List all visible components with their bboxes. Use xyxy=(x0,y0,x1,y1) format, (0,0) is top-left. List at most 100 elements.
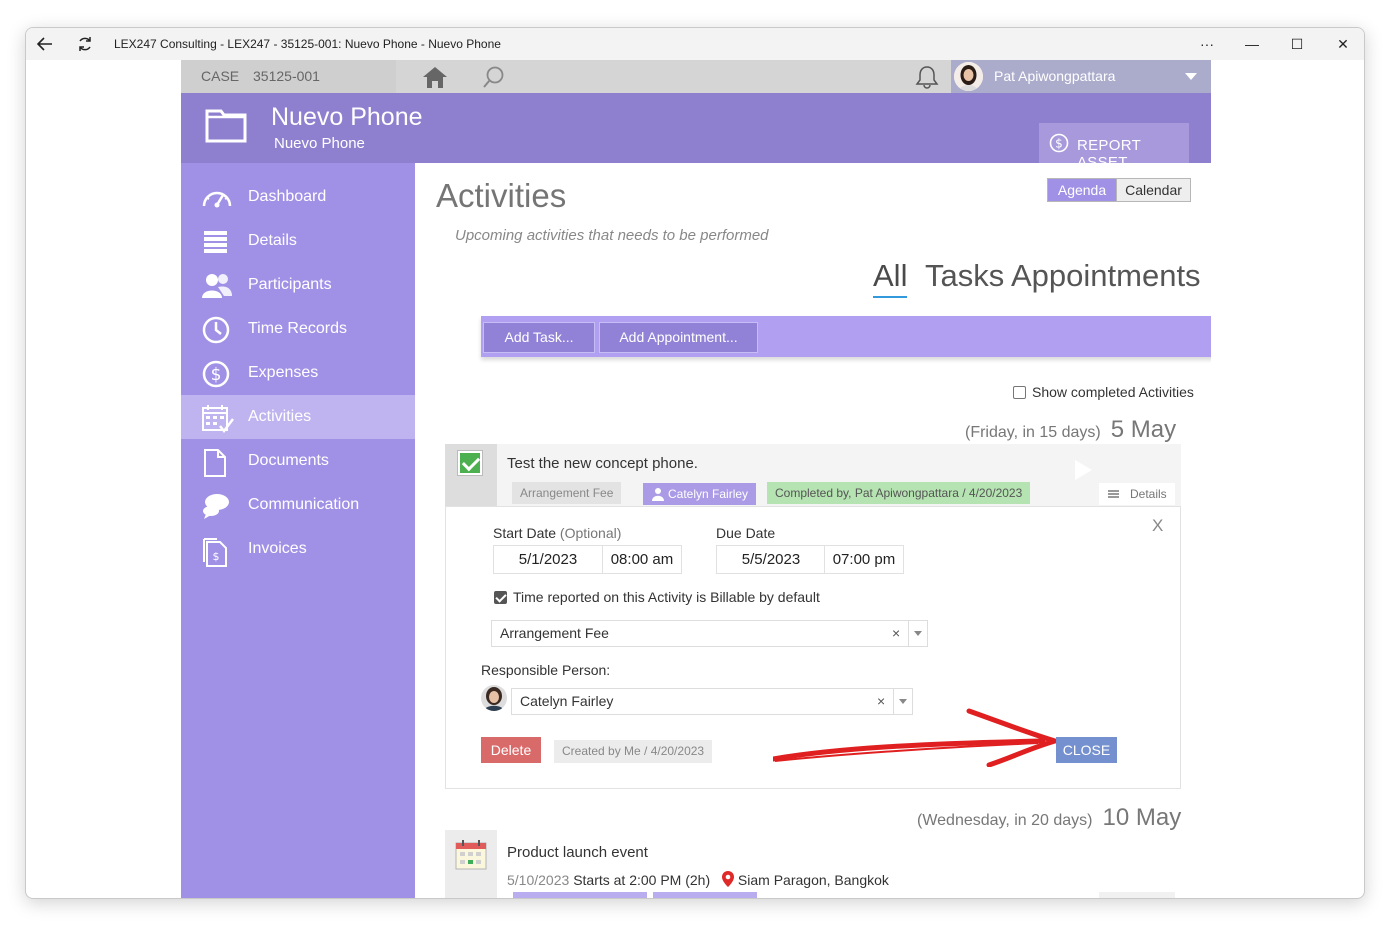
minimize-button[interactable]: — xyxy=(1238,33,1266,55)
person-tag: Catelyn Fairley xyxy=(643,483,757,505)
action-bar: Add Task... Add Appointment... xyxy=(481,316,1211,357)
sidebar-item-activities[interactable]: Activities xyxy=(181,395,415,439)
sidebar-item-label: Documents xyxy=(248,452,329,469)
bell-icon[interactable] xyxy=(914,65,940,94)
chat-icon xyxy=(203,494,229,519)
refresh-icon[interactable] xyxy=(74,33,96,55)
sidebar-item-label: Activities xyxy=(248,408,312,425)
sidebar-item-details[interactable]: Details xyxy=(181,219,415,263)
svg-text:$: $ xyxy=(211,365,222,385)
completed-by-tag: Completed by, Pat Apiwongpattara / 4/20/… xyxy=(767,482,1031,504)
more-options-button[interactable]: ··· xyxy=(1193,33,1221,55)
show-completed-checkbox[interactable] xyxy=(1013,386,1026,399)
fee-tag: Arrangement Fee xyxy=(512,482,622,504)
fee-select-value: Arrangement Fee xyxy=(500,625,609,641)
sidebar-item-time-records[interactable]: Time Records xyxy=(181,307,415,351)
sidebar-item-documents[interactable]: Documents xyxy=(181,439,415,483)
user-menu[interactable]: Pat Apiwongpattara xyxy=(951,60,1211,93)
chevron-down-icon[interactable] xyxy=(1185,73,1197,80)
close-button[interactable]: CLOSE xyxy=(1056,737,1117,763)
appointment-tags xyxy=(513,892,757,898)
close-panel-icon[interactable]: X xyxy=(1152,516,1163,536)
show-completed-toggle[interactable]: Show completed Activities xyxy=(1013,384,1194,400)
day-date: 10 May xyxy=(1102,804,1182,831)
document-icon xyxy=(204,449,226,477)
dashboard-icon xyxy=(202,191,232,208)
billable-toggle[interactable]: Time reported on this Activity is Billab… xyxy=(494,589,820,605)
maximize-button[interactable]: ☐ xyxy=(1283,33,1311,55)
day-header: (Friday, in 15 days) 5 May xyxy=(965,416,1176,444)
clock-icon xyxy=(202,316,230,344)
sidebar-item-label: Communication xyxy=(248,496,360,513)
add-task-button[interactable]: Add Task... xyxy=(484,323,594,352)
sidebar-item-label: Expenses xyxy=(248,364,319,381)
day-header: (Wednesday, in 20 days) 10 May xyxy=(917,804,1181,832)
sidebar-item-communication[interactable]: Communication xyxy=(181,483,415,527)
dollar-circle-icon: $ xyxy=(1049,133,1069,153)
task-edit-panel: X Start Date (Optional) 5/1/2023 08:00 a… xyxy=(445,506,1181,789)
browser-window: LEX247 Consulting - LEX247 - 35125-001: … xyxy=(25,27,1365,899)
case-header: Nuevo Phone Nuevo Phone $ REPORT ASSET xyxy=(181,93,1211,171)
details-button[interactable] xyxy=(1099,892,1175,898)
task-status-column xyxy=(445,444,497,506)
close-window-button[interactable]: ✕ xyxy=(1329,33,1357,55)
agenda-view-button[interactable]: Agenda xyxy=(1048,179,1116,201)
case-indicator: CASE 35125-001 xyxy=(181,60,396,93)
tab-appointments[interactable]: Appointments xyxy=(1011,258,1201,294)
window-title: LEX247 Consulting - LEX247 - 35125-001: … xyxy=(114,37,501,51)
add-appointment-button[interactable]: Add Appointment... xyxy=(600,323,757,352)
responsible-person-value: Catelyn Fairley xyxy=(520,693,614,709)
delete-button[interactable]: Delete xyxy=(481,737,541,763)
sidebar-item-dashboard[interactable]: Dashboard xyxy=(181,175,415,219)
folder-icon xyxy=(205,107,247,148)
due-date-input[interactable]: 5/5/2023 xyxy=(716,545,826,574)
day-relative: (Friday, in 15 days) xyxy=(965,424,1101,441)
case-label: CASE xyxy=(201,68,240,84)
main-content: Activities Upcoming activities that need… xyxy=(415,163,1211,898)
back-arrow-icon[interactable] xyxy=(34,33,56,55)
sidebar-item-label: Participants xyxy=(248,276,332,293)
avatar xyxy=(481,685,507,711)
task-card: Test the new concept phone. Arrangement … xyxy=(445,444,1181,789)
avatar xyxy=(954,62,983,91)
list-icon xyxy=(1108,490,1119,498)
page-title: Activities xyxy=(436,177,567,214)
details-button[interactable]: Details xyxy=(1099,483,1175,505)
show-completed-label: Show completed Activities xyxy=(1032,384,1194,400)
tab-tasks[interactable]: Tasks xyxy=(925,258,1004,294)
participants-icon xyxy=(202,274,232,298)
sidebar-item-label: Details xyxy=(248,232,297,249)
appointment-tag xyxy=(513,892,647,898)
top-bar: CASE 35125-001 Pat Apiwongpattara xyxy=(181,60,1211,93)
fee-select[interactable]: Arrangement Fee × xyxy=(491,620,928,647)
report-asset-button[interactable]: $ REPORT ASSET xyxy=(1039,123,1189,171)
dollar-icon: $ xyxy=(202,360,230,388)
tab-all[interactable]: All xyxy=(873,258,908,298)
search-icon[interactable] xyxy=(481,65,507,94)
svg-text:$: $ xyxy=(213,550,220,563)
start-time-input[interactable]: 08:00 am xyxy=(602,545,682,574)
appointment-title[interactable]: Product launch event xyxy=(507,844,648,861)
completed-checkbox[interactable] xyxy=(458,451,482,475)
task-title[interactable]: Test the new concept phone. xyxy=(507,455,698,472)
location-pin-icon xyxy=(722,871,735,887)
calendar-view-button[interactable]: Calendar xyxy=(1116,179,1190,201)
sidebar-item-participants[interactable]: Participants xyxy=(181,263,415,307)
case-subtitle: Nuevo Phone xyxy=(274,135,365,152)
annotation-arrow-icon xyxy=(773,708,1058,767)
calendar-icon xyxy=(455,840,487,870)
billable-checkbox[interactable] xyxy=(494,591,507,604)
clear-icon[interactable]: × xyxy=(892,621,900,646)
appointment-date: 5/10/2023 xyxy=(507,872,570,888)
details-icon xyxy=(204,231,227,253)
due-time-input[interactable]: 07:00 pm xyxy=(824,545,904,574)
play-icon[interactable] xyxy=(1075,460,1092,480)
start-date-input[interactable]: 5/1/2023 xyxy=(493,545,603,574)
day-relative: (Wednesday, in 20 days) xyxy=(917,812,1093,829)
appointment-location: Siam Paragon, Bangkok xyxy=(737,872,889,888)
home-icon[interactable] xyxy=(421,65,449,94)
sidebar-item-expenses[interactable]: $ Expenses xyxy=(181,351,415,395)
sidebar-item-invoices[interactable]: $ Invoices xyxy=(181,527,415,571)
created-by-label: Created by Me / 4/20/2023 xyxy=(554,740,713,763)
chevron-down-icon[interactable] xyxy=(908,621,927,646)
